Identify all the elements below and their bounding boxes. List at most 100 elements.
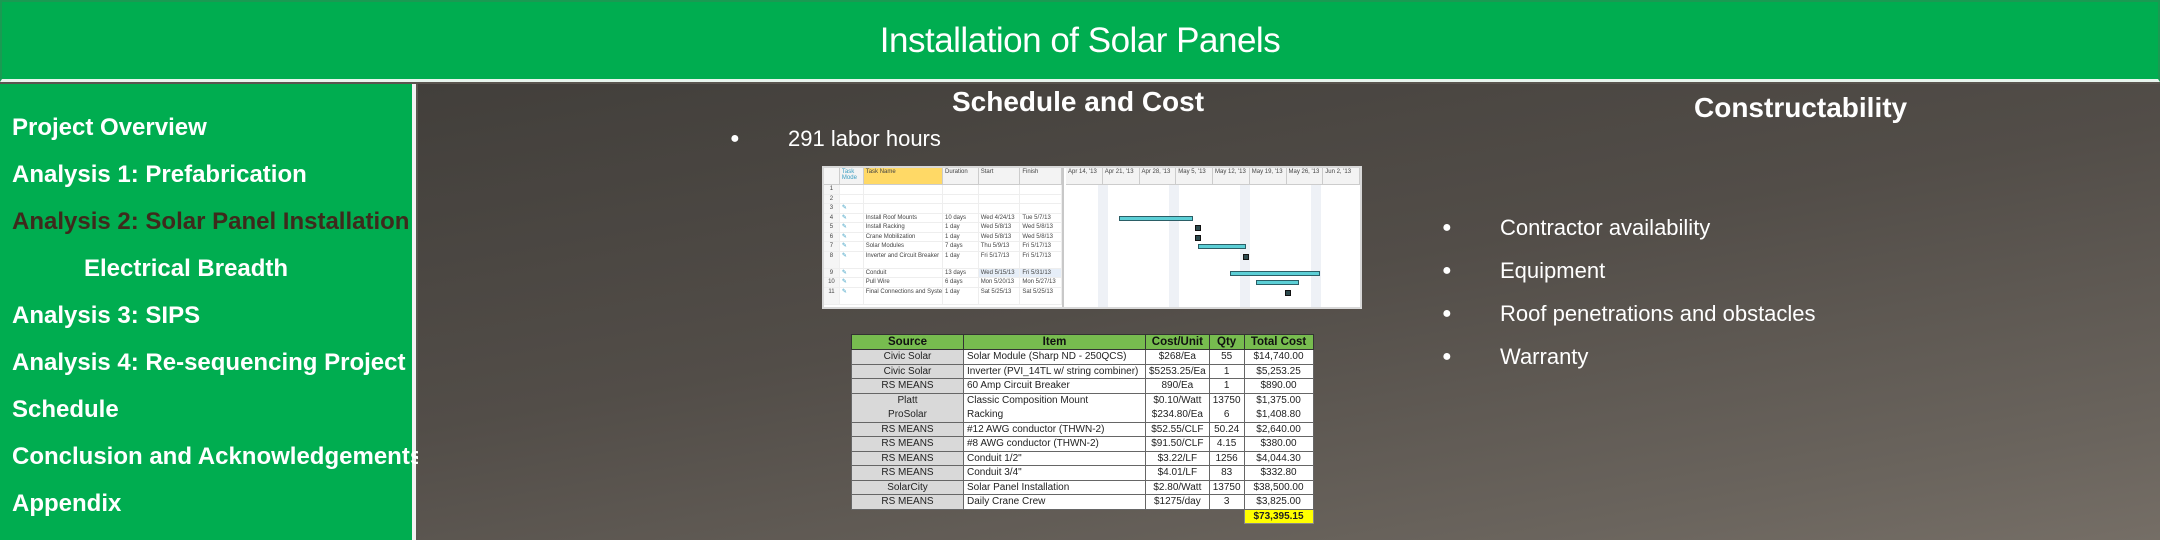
slide-content: Schedule and Cost ● 291 labor hours Task…: [418, 84, 2160, 540]
task-start: Wed 5/15/13: [978, 268, 1021, 277]
gantt-row[interactable]: 6 ✎ Crane Mobilization 1 day Wed 5/8/13 Wed 5…: [824, 232, 1062, 242]
sidebar-item-schedule[interactable]: Schedule: [0, 386, 412, 433]
cell-qty: 3: [1208, 494, 1245, 510]
row-id: 9: [824, 268, 840, 277]
cell-source: ProSolar: [851, 407, 964, 423]
cell-item: #12 AWG conductor (THWN-2): [963, 421, 1146, 437]
task-mode-icon: ✎: [840, 251, 864, 268]
row-id: 7: [824, 242, 840, 251]
gantt-row[interactable]: 10 ✎ Pull Wire 6 days Mon 5/20/13 Mon 5/27/13: [824, 278, 1062, 288]
col-source: Source: [851, 334, 964, 350]
task-start: Fri 5/17/13: [979, 251, 1021, 268]
gantt-row[interactable]: 2: [824, 194, 1062, 204]
cell-cost-unit: $0.10/Watt: [1145, 392, 1210, 408]
gantt-milestone[interactable]: [1242, 253, 1249, 260]
cost-table-row: Civic Solar Inverter (PVI_14TL w/ string …: [851, 363, 1314, 379]
cell-cost-unit: $234.80/Ea: [1145, 407, 1210, 423]
task-name: [864, 204, 943, 213]
timescale-week: Apr 28, '13: [1140, 168, 1177, 184]
gantt-bar[interactable]: [1118, 215, 1193, 221]
gantt-row[interactable]: 4 ✎ Install Roof Mounts 10 days Wed 4/24/13 T…: [824, 213, 1062, 223]
cell-cost-unit: $268/Ea: [1145, 349, 1210, 365]
task-name: Final Connections and System Checks: [864, 287, 943, 304]
cell-cost-unit: $52.55/CLF: [1145, 421, 1210, 437]
sidebar-item-analysis-2[interactable]: Analysis 2: Solar Panel Installation: [0, 198, 412, 245]
gantt-milestone[interactable]: [1195, 225, 1202, 231]
schedule-cost-title: Schedule and Cost: [952, 86, 1205, 117]
cost-table-row: RS MEANS #8 AWG conductor (THWN-2) $91.50/…: [851, 436, 1314, 452]
cost-table: Source Item Cost/Unit Qty Total Cost Civ…: [851, 334, 1314, 524]
row-id: 5: [824, 223, 840, 232]
task-duration: [943, 204, 979, 213]
cell-total: $1,375.00: [1243, 392, 1314, 408]
col-start: Start: [979, 168, 1021, 184]
task-finish: Tue 5/7/13: [1020, 213, 1062, 222]
cost-total-row: $73,395.15: [852, 508, 1314, 524]
task-finish: Fri 5/17/13: [1020, 242, 1062, 251]
gantt-row[interactable]: 9 ✎ Conduit 13 days Wed 5/15/13 Fri 5/31/13: [824, 268, 1062, 278]
bullet-item: ● Equipment: [1442, 249, 1816, 292]
task-start: Mon 5/20/13: [979, 278, 1021, 287]
col-item: Item: [963, 334, 1146, 350]
task-duration: 7 days: [943, 242, 979, 251]
task-finish: [1020, 185, 1062, 194]
bullet-text: Equipment: [1500, 257, 1606, 283]
cell-source: RS MEANS: [851, 450, 964, 466]
gantt-row[interactable]: 8 ✎ Inverter and Circuit Breaker 1 day Fri 5…: [824, 251, 1062, 269]
row-id: 11: [824, 287, 840, 304]
timescale-week: Jun 2, '13: [1323, 168, 1360, 184]
row-id: 10: [824, 278, 840, 287]
bullet-text: Contractor availability: [1500, 214, 1711, 240]
cell-qty: 1: [1208, 363, 1245, 379]
gantt-timeline: Apr 14, '13 Apr 21, '13 Apr 28, '13 May 5, …: [1066, 168, 1360, 307]
sidebar-item-project-overview[interactable]: Project Overview: [0, 104, 412, 151]
task-finish: [1020, 204, 1062, 213]
task-mode-icon: ✎: [840, 204, 864, 213]
timescale-week: May 19, '13: [1250, 168, 1287, 184]
cell-total: $2,640.00: [1243, 421, 1314, 437]
col-cost-unit: Cost/Unit: [1145, 334, 1210, 350]
cell-total: $38,500.00: [1243, 479, 1314, 495]
constructability-bullets: ● Contractor availability ● Equipment ● …: [1442, 206, 1816, 378]
gantt-row[interactable]: 3 ✎: [824, 204, 1062, 214]
cost-table-row: SolarCity Solar Panel Installation $2.80/W…: [851, 479, 1314, 495]
gantt-header: Task Mode Task Name Duration Start Finis…: [824, 168, 1062, 185]
cost-table-row: RS MEANS 60 Amp Circuit Breaker 890/Ea 1 $89…: [851, 378, 1314, 394]
constructability-title: Constructability: [1694, 92, 1908, 123]
row-id: 4: [824, 213, 840, 222]
sidebar-item-conclusion[interactable]: Conclusion and Acknowledgements: [0, 433, 423, 480]
gantt-milestone[interactable]: [1195, 234, 1202, 241]
task-start: Sat 5/25/13: [979, 287, 1021, 304]
sidebar-item-analysis-3[interactable]: Analysis 3: SIPS: [0, 292, 412, 339]
sidebar-item-analysis-4[interactable]: Analysis 4: Re-sequencing Project: [0, 339, 412, 386]
cell-item: 60 Amp Circuit Breaker: [963, 378, 1146, 394]
cell-total: $4,044.30: [1243, 450, 1314, 466]
task-finish: Fri 5/31/13: [1020, 268, 1062, 277]
gantt-row[interactable]: 11✎Final Connections and System Checks1 …: [824, 287, 1062, 305]
row-id: 1: [824, 185, 840, 194]
col-qty: Qty: [1208, 334, 1245, 350]
gantt-row[interactable]: 7 ✎ Solar Modules 7 days Thu 5/9/13 Fri 5/17/…: [824, 242, 1062, 252]
slide-header: Installation of Solar Panels: [0, 0, 2160, 82]
cell-total: $14,740.00: [1243, 349, 1314, 365]
gantt-milestone[interactable]: [1285, 289, 1291, 296]
task-duration: [943, 185, 979, 194]
task-name: [864, 185, 943, 194]
task-name: [864, 194, 943, 203]
gantt-bar[interactable]: [1198, 244, 1246, 249]
sidebar-item-electrical-breadth[interactable]: Electrical Breadth: [0, 245, 412, 292]
gantt-bar[interactable]: [1229, 270, 1320, 276]
task-start: Thu 5/9/13: [979, 242, 1021, 251]
cell-source: SolarCity: [851, 479, 964, 495]
task-mode-icon: ✎: [840, 268, 864, 277]
sidebar-nav: Project Overview Analysis 1: Prefabricat…: [0, 84, 423, 540]
bullet-icon: ●: [1442, 304, 1452, 322]
sidebar-item-appendix[interactable]: Appendix: [0, 480, 412, 527]
task-name: Pull Wire: [864, 278, 943, 287]
cell-source: RS MEANS: [851, 421, 964, 437]
gantt-bar[interactable]: [1256, 280, 1299, 285]
gantt-row[interactable]: 1: [824, 185, 1062, 195]
gantt-row[interactable]: 5 ✎ Install Racking 1 day Wed 5/8/13 Wed 5/8/…: [824, 223, 1062, 233]
sidebar-item-analysis-1[interactable]: Analysis 1: Prefabrication: [0, 151, 412, 198]
cell-source: RS MEANS: [851, 465, 964, 481]
